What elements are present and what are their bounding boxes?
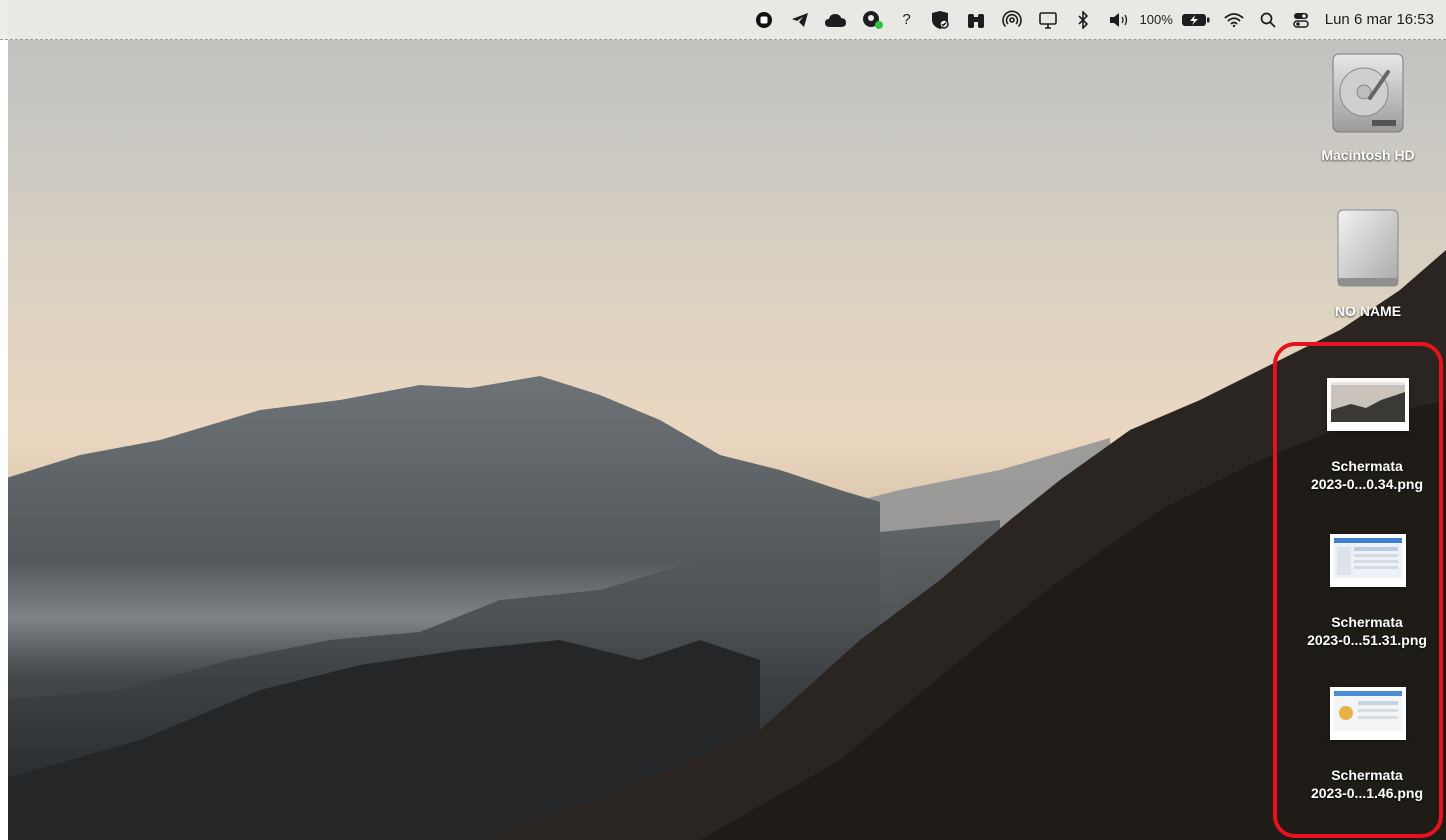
desktop[interactable]: ? 100% Lun 6 mar 16:53 Macintosh HD NO N… [0,0,1446,840]
left-edge [0,0,8,840]
control-center-icon[interactable] [1283,0,1319,39]
desktop-icon-macintosh-hd[interactable]: Macintosh HD [1303,52,1433,164]
menu-bar-status-area: ? 100% Lun 6 mar 16:53 [746,0,1446,39]
battery-percent: 100% [1139,12,1173,27]
external-drive-icon [1337,209,1399,287]
airdrop-icon[interactable] [994,0,1030,39]
wifi-icon[interactable] [1215,0,1253,39]
vpn-status-icon[interactable] [854,0,892,39]
battery-charging-icon[interactable] [1177,0,1215,39]
display-icon[interactable] [1030,0,1066,39]
cloud-icon[interactable] [818,0,854,39]
mountain-landscape [0,250,1446,840]
binoculars-icon[interactable] [958,0,994,39]
volume-icon[interactable] [1100,0,1140,39]
highlight-annotation [1273,342,1443,838]
desktop-icon-label: Macintosh HD [1321,147,1415,163]
help-icon[interactable]: ? [892,0,922,39]
desktop-icon-label: NO NAME [1334,303,1402,319]
menu-bar-clock[interactable]: Lun 6 mar 16:53 [1325,0,1434,39]
bluetooth-icon[interactable] [1066,0,1100,39]
telegram-icon[interactable] [782,0,818,39]
desktop-icon-no-name[interactable]: NO NAME [1303,208,1433,320]
security-shield-icon[interactable] [922,0,958,39]
hard-drive-icon [1332,53,1404,133]
stop-record-icon[interactable] [746,0,782,39]
menu-bar: ? 100% Lun 6 mar 16:53 [0,0,1446,40]
spotlight-search-icon[interactable] [1253,0,1283,39]
